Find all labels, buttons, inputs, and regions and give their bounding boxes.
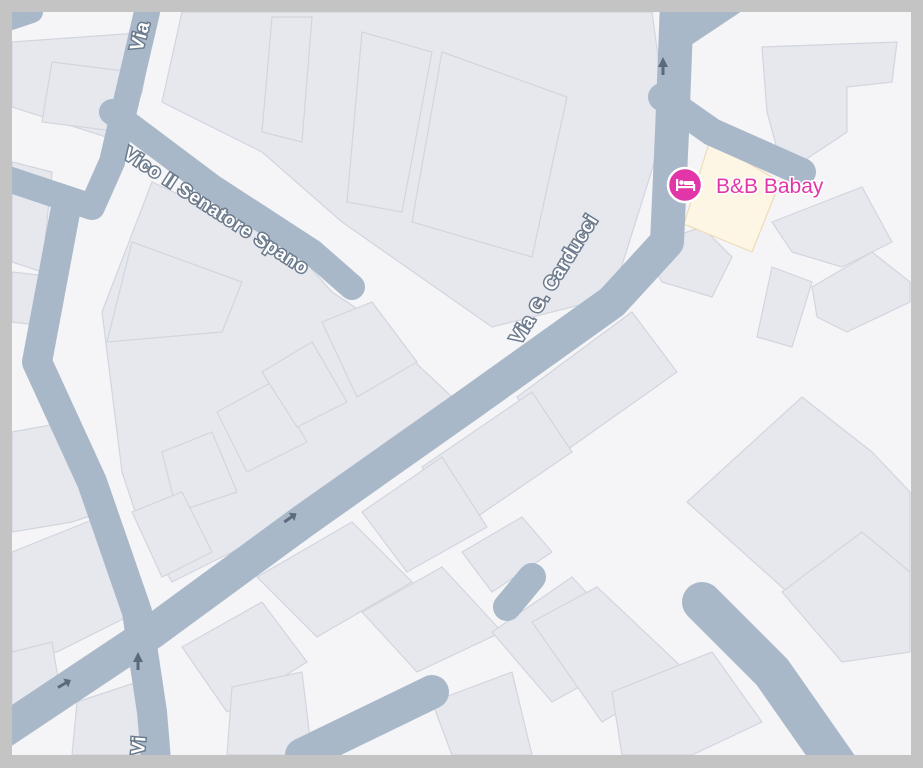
map-canvas[interactable]: Vico II Senatore Spano Via G. Carducci V… — [12, 12, 911, 755]
map-view[interactable]: Vico II Senatore Spano Via G. Carducci V… — [12, 12, 911, 755]
street-label-via-bottom: Vi — [128, 735, 151, 755]
poi-label[interactable]: B&B Babay — [715, 174, 826, 200]
